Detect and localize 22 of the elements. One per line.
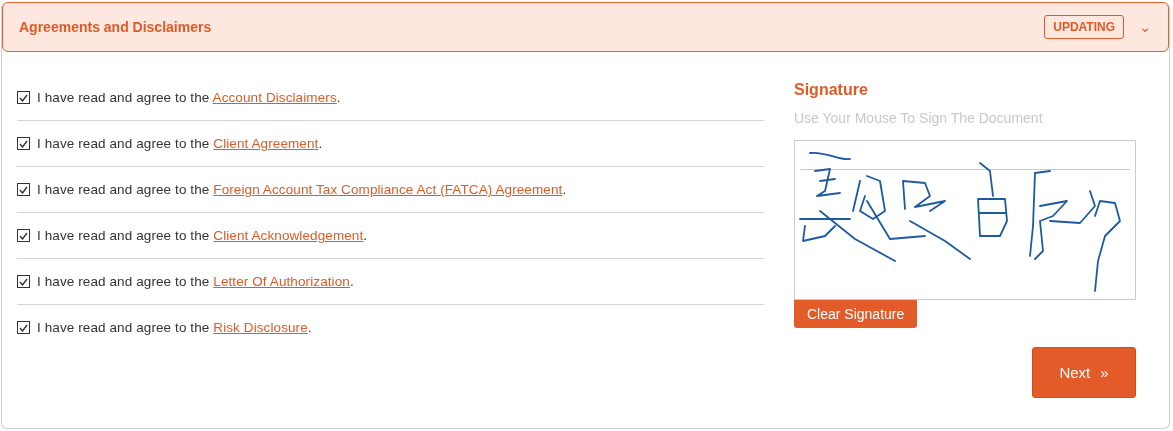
status-badge: UPDATING [1044, 15, 1124, 39]
document-link[interactable]: Account Disclaimers [212, 90, 337, 105]
agreement-text: I have read and agree to the Account Disclaimers. [37, 90, 341, 105]
clear-signature-button[interactable]: Clear Signature [794, 300, 918, 328]
agreement-text: I have read and agree to the Foreign Account Tax Compliance Act (FATCA) Agreement. [37, 182, 567, 197]
next-button[interactable]: Next » [1032, 347, 1136, 398]
document-link[interactable]: Letter Of Authorization [213, 274, 350, 289]
signature-pad[interactable] [794, 140, 1136, 300]
checkbox[interactable] [17, 229, 30, 242]
agreement-text: I have read and agree to the Client Agreement. [37, 136, 323, 151]
checkbox[interactable] [17, 91, 30, 104]
checkbox[interactable] [17, 275, 30, 288]
agreement-text: I have read and agree to the Letter Of Authorization. [37, 274, 354, 289]
agreement-text: I have read and agree to the Risk Disclosure. [37, 320, 312, 335]
panel-title: Agreements and Disclaimers [19, 19, 213, 35]
checkbox[interactable] [17, 137, 30, 150]
checkbox[interactable] [17, 321, 30, 334]
checkbox[interactable] [17, 183, 30, 196]
signature-heading: Signature [794, 81, 868, 99]
document-link[interactable]: Risk Disclosure [213, 320, 308, 335]
chevron-icon[interactable]: ⌄ [1138, 22, 1152, 32]
agreement-text: I have read and agree to the Client Acknowledgement. [37, 228, 368, 243]
